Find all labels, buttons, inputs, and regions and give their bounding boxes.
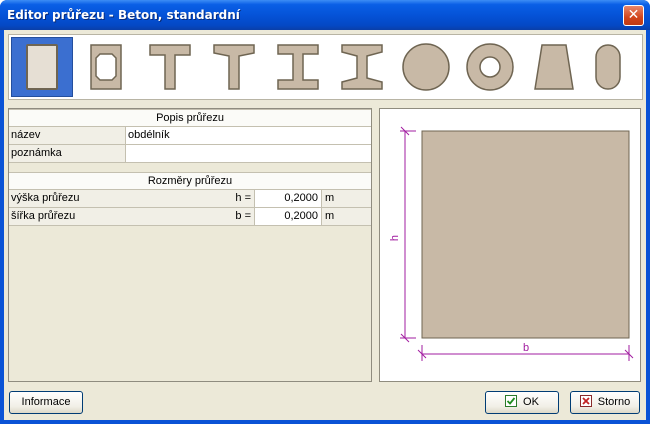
shape-oval-button[interactable]: [577, 37, 639, 97]
note-row: poznámka: [9, 145, 371, 163]
dimensions-header: Rozměry průřezu: [9, 173, 371, 190]
dialog-client-area: Popis průřezu název obdélník poznámka Ro…: [4, 30, 646, 420]
shape-t-section-button[interactable]: [139, 37, 201, 97]
dimensions-group: Rozměry průřezu výška průřezu h = 0,2000…: [9, 172, 371, 226]
dimension-row: výška průřezu h = 0,2000 m: [9, 190, 371, 208]
t-tapered-shape-icon: [213, 44, 255, 90]
shape-hollow-circle-button[interactable]: [459, 37, 521, 97]
dimension-unit: m: [322, 208, 371, 225]
ok-button-label: OK: [523, 396, 539, 408]
rectangle-shape-icon: [26, 44, 58, 90]
check-icon: [505, 395, 518, 407]
cancel-button[interactable]: Storno: [570, 391, 640, 414]
name-row: název obdélník: [9, 127, 371, 145]
info-button[interactable]: Informace: [9, 391, 83, 414]
title-bar[interactable]: Editor průřezu - Beton, standardní ✕: [0, 0, 650, 30]
dimension-label: šířka průřezu: [9, 208, 126, 225]
dimension-row: šířka průřezu b = 0,2000 m: [9, 208, 371, 226]
shape-rectangle-button[interactable]: [11, 37, 73, 97]
t-section-shape-icon: [149, 44, 191, 90]
properties-panel: Popis průřezu název obdélník poznámka Ro…: [8, 108, 372, 382]
dimension-label: výška průřezu: [9, 190, 126, 207]
description-header: Popis průřezu: [9, 110, 371, 127]
description-group: Popis průřezu název obdélník poznámka: [9, 109, 371, 163]
trapezoid-shape-icon: [534, 44, 574, 90]
oval-shape-icon: [595, 44, 621, 90]
ok-button[interactable]: OK: [485, 391, 559, 414]
section-rectangle: [421, 130, 630, 339]
shape-toolbar: [8, 34, 643, 100]
shape-circle-button[interactable]: [395, 37, 457, 97]
dialog-window: Editor průřezu - Beton, standardní ✕ Pop…: [0, 0, 650, 424]
i-tapered-shape-icon: [341, 44, 383, 90]
dimension-symbol: h =: [126, 190, 254, 207]
shape-i-tapered-button[interactable]: [331, 37, 393, 97]
name-label: název: [9, 127, 126, 144]
shape-trapezoid-button[interactable]: [523, 37, 585, 97]
hollow-circle-shape-icon: [466, 43, 514, 91]
i-section-shape-icon: [277, 44, 319, 90]
height-input[interactable]: 0,2000: [254, 190, 322, 207]
shape-t-tapered-button[interactable]: [203, 37, 265, 97]
cancel-button-label: Storno: [597, 396, 631, 408]
note-field[interactable]: [126, 145, 371, 162]
dimension-unit: m: [322, 190, 371, 207]
window-title: Editor průřezu - Beton, standardní: [7, 8, 240, 22]
cancel-icon: [579, 395, 592, 407]
shape-i-section-button[interactable]: [267, 37, 329, 97]
width-input[interactable]: 0,2000: [254, 208, 322, 225]
note-label: poznámka: [9, 145, 126, 162]
dimension-symbol: b =: [126, 208, 254, 225]
shape-hollow-rectangle-button[interactable]: [75, 37, 137, 97]
close-button[interactable]: ✕: [623, 5, 644, 26]
section-preview: h b: [379, 108, 641, 382]
circle-shape-icon: [402, 43, 450, 91]
hollow-rectangle-shape-icon: [90, 44, 122, 90]
name-field[interactable]: obdélník: [126, 127, 371, 144]
width-dimension-label: b: [523, 342, 529, 354]
height-dimension-label: h: [389, 235, 401, 241]
section-drawing: h b: [389, 126, 634, 361]
